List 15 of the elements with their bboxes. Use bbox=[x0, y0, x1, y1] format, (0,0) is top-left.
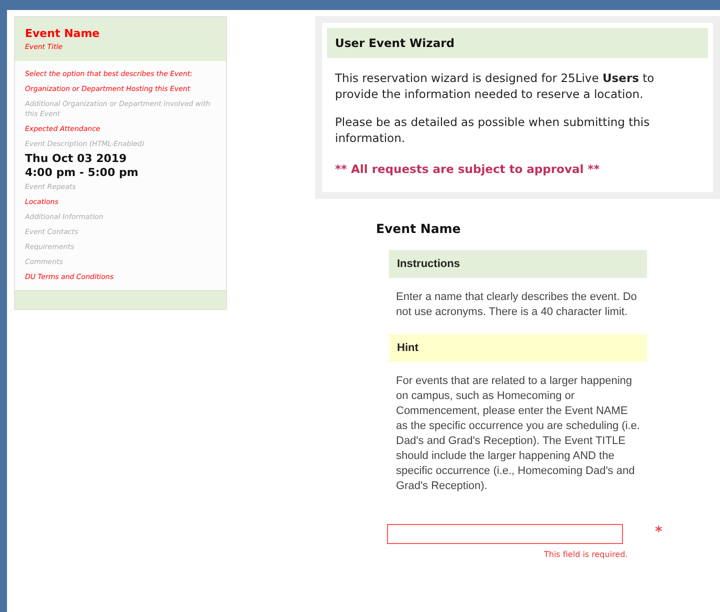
event-name-field[interactable] bbox=[387, 524, 623, 544]
approval-notice: ** All requests are subject to approval ** bbox=[335, 162, 601, 176]
hint-header: Hint bbox=[389, 334, 647, 362]
instructions-header: Instructions bbox=[389, 250, 647, 278]
instructions-text: Enter a name that clearly describes the event. Do not use acronyms. There is a 40 character limit. bbox=[395, 290, 638, 320]
required-mark: * bbox=[655, 524, 662, 540]
event-date-time: Thu Oct 03 2019 bbox=[25, 152, 128, 165]
wizard-text: Please be as detailed as possible when submitting this information. bbox=[335, 114, 651, 146]
event-date-time: 4:00 pm - 5:00 pm bbox=[25, 166, 140, 179]
section-title: Event Name bbox=[376, 221, 462, 236]
sidebar-title: Event Name bbox=[25, 27, 101, 40]
error-message: This field is required. bbox=[544, 550, 629, 559]
wizard-title: User Event Wizard bbox=[327, 28, 708, 58]
wizard-text: This reservation wizard is designed for 25Live Users to provide the information needed to reserve a location. bbox=[335, 70, 656, 102]
hint-text: For events that are related to a larger happening on campus, such as Homecoming or Commencement, please enter the Event NAME as the specific occurrence you are scheduling (i.e. Dad's and Grad's Reception). The Event TITLE should include the larger happening AND the specific occurrence (i.e., Homecoming Dad's and Grad's Reception). bbox=[395, 374, 641, 494]
